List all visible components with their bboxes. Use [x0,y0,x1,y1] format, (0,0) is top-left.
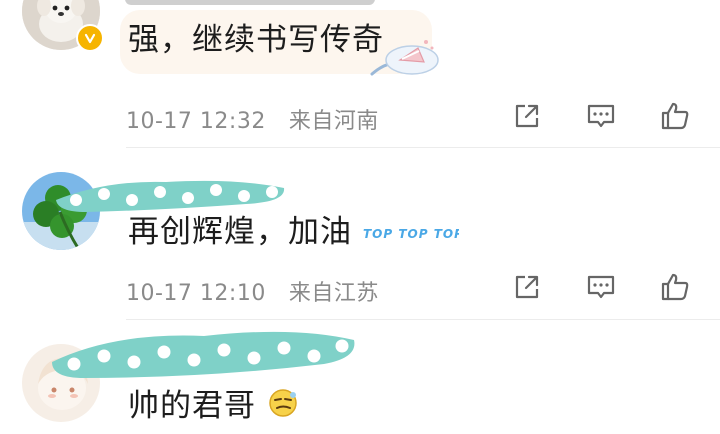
share-icon [515,104,539,128]
verified-badge-icon [76,24,104,52]
redaction-mask [46,166,290,214]
comment-time: 10-17 12:10 [126,281,266,306]
comment-meta: 10-17 12:32 来自河南 [126,103,379,135]
share-icon [515,275,539,299]
share-button[interactable] [510,99,544,133]
comment-text: 再创辉煌，加油 TOP TOP TOP [128,212,463,254]
comment-actions [510,270,692,304]
reply-button[interactable] [584,99,618,133]
thumbs-up-icon [661,273,689,301]
comment-icon [587,275,615,299]
comment-text: 帅的君哥 [128,386,299,429]
cake-sticker-icon [366,34,442,86]
comment-icon [587,104,615,128]
share-button[interactable] [510,270,544,304]
smirk-emoji-icon [267,387,299,429]
divider [126,319,720,320]
comment-meta: 10-17 12:10 来自江苏 [126,275,379,307]
comment-text: 强，继续书写传奇 [128,22,384,58]
comment-item: 再创辉煌，加油 TOP TOP TOP 10-17 12:10 来自江苏 [0,150,720,322]
comment-text-content: 再创辉煌，加油 [128,214,352,250]
like-button[interactable] [658,99,692,133]
reply-button[interactable] [584,270,618,304]
like-button[interactable] [658,270,692,304]
redaction-mask [125,0,375,5]
svg-text:TOP TOP TOP: TOP TOP TOP [363,227,459,241]
comment-actions [510,99,692,133]
comment-time: 10-17 12:32 [126,109,266,134]
top-sticker-icon: TOP TOP TOP [363,214,463,254]
thumbs-up-icon [661,102,689,130]
redaction-mask [44,322,360,380]
comment-item: 强，继续书写传奇 10-17 12:32 来自河南 [0,0,720,150]
comment-item: 帅的君哥 [0,322,720,434]
comment-location: 来自江苏 [288,281,379,306]
divider [126,147,720,148]
comment-location: 来自河南 [288,109,379,134]
comment-text-content: 帅的君哥 [128,388,256,424]
